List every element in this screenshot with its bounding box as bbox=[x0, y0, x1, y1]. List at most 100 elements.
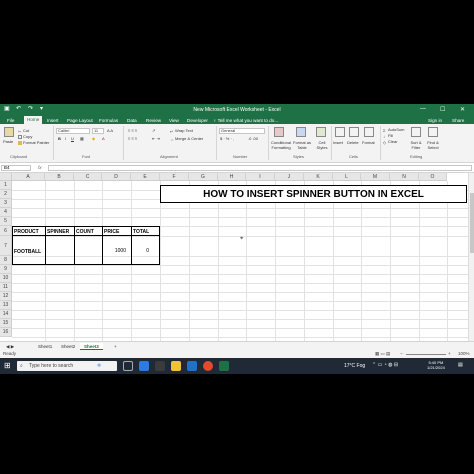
windows-start-icon[interactable]: ⊞ bbox=[4, 361, 11, 370]
clear-button[interactable]: ◇ Clear bbox=[383, 139, 398, 145]
view-icons[interactable]: ▦ ▭ ▤ bbox=[375, 351, 390, 357]
row-header-7[interactable]: 7 bbox=[0, 236, 12, 256]
font-size-select[interactable]: 11 bbox=[92, 128, 104, 134]
row-header-13[interactable]: 13 bbox=[0, 301, 12, 310]
format-cells-button[interactable]: Format bbox=[362, 140, 375, 145]
tab-file[interactable]: File bbox=[4, 117, 17, 124]
row-header-1[interactable]: 1 bbox=[0, 181, 12, 190]
row-header-5[interactable]: 5 bbox=[0, 217, 12, 226]
format-as-table-button[interactable]: Format as Table bbox=[293, 140, 311, 150]
row-header-12[interactable]: 12 bbox=[0, 292, 12, 301]
italic-button[interactable]: I bbox=[65, 136, 66, 141]
column-header-b[interactable]: B bbox=[45, 173, 74, 181]
header-spinner[interactable]: SPINNER bbox=[47, 229, 69, 235]
indent-icon[interactable]: ⇤ ⇥ bbox=[152, 136, 160, 141]
clock[interactable]: 5:40 PM 1/21/2024 bbox=[427, 360, 445, 370]
align-left-icon[interactable]: ≡ ≡ ≡ bbox=[128, 136, 137, 141]
column-header-i[interactable]: I bbox=[246, 173, 275, 181]
column-header-e[interactable]: E bbox=[131, 173, 160, 181]
fill-button[interactable]: ↓ Fill bbox=[383, 133, 393, 139]
number-format-select[interactable]: General bbox=[219, 128, 265, 134]
bold-button[interactable]: B bbox=[58, 136, 61, 141]
column-header-h[interactable]: H bbox=[218, 173, 246, 181]
tell-me-search[interactable]: ♀ Tell me what you want to do... bbox=[213, 117, 278, 124]
column-header-a[interactable]: A bbox=[12, 173, 45, 181]
header-total[interactable]: TOTAL bbox=[133, 229, 149, 235]
cell-total[interactable]: 0 bbox=[133, 248, 149, 254]
orientation-icon[interactable]: ↗ bbox=[152, 128, 155, 133]
delete-cells-button[interactable]: Delete bbox=[347, 140, 359, 145]
zoom-slider[interactable] bbox=[406, 354, 446, 355]
sort-filter-button[interactable]: Sort & Filter bbox=[408, 140, 424, 150]
column-header-k[interactable]: K bbox=[304, 173, 333, 181]
copy-button[interactable]: Copy bbox=[18, 134, 32, 139]
column-header-f[interactable]: F bbox=[160, 173, 189, 181]
column-header-j[interactable]: J bbox=[275, 173, 304, 181]
conditional-formatting-button[interactable]: Conditional Formatting bbox=[268, 140, 294, 150]
tab-developer[interactable]: Developer bbox=[184, 117, 211, 124]
tab-formulas[interactable]: Formulas bbox=[96, 117, 121, 124]
vertical-scrollbar[interactable] bbox=[468, 173, 474, 341]
teams-icon[interactable] bbox=[155, 361, 165, 371]
sign-in-link[interactable]: Sign in bbox=[428, 117, 442, 124]
sheet-nav-icon[interactable]: ◀ ▶ bbox=[2, 343, 18, 350]
fill-color-icon[interactable]: ◆ bbox=[92, 136, 95, 141]
row-header-14[interactable]: 14 bbox=[0, 310, 12, 319]
tab-insert[interactable]: Insert bbox=[44, 117, 62, 124]
scrollbar-thumb[interactable] bbox=[470, 193, 474, 253]
underline-button[interactable]: U bbox=[71, 136, 74, 141]
autosum-button[interactable]: Σ AutoSum bbox=[383, 127, 404, 133]
cell-styles-button[interactable]: Cell Styles bbox=[314, 140, 330, 150]
weather-widget[interactable]: 17°C Fog bbox=[344, 363, 365, 369]
formula-input[interactable] bbox=[48, 165, 472, 171]
excel-taskbar-icon[interactable] bbox=[219, 361, 229, 371]
share-button[interactable]: Share bbox=[452, 117, 464, 124]
select-all-corner[interactable] bbox=[0, 173, 12, 181]
column-header-n[interactable]: N bbox=[390, 173, 419, 181]
taskbar-search[interactable]: ⌕ Type here to search ❄ bbox=[17, 361, 117, 371]
notification-icon[interactable]: ▤ bbox=[458, 362, 463, 368]
column-header-d[interactable]: D bbox=[102, 173, 131, 181]
find-select-button[interactable]: Find & Select bbox=[425, 140, 441, 150]
paste-button[interactable]: Paste bbox=[3, 139, 13, 144]
tab-page-layout[interactable]: Page Layout bbox=[64, 117, 96, 124]
tab-view[interactable]: View bbox=[166, 117, 182, 124]
merge-center-button[interactable]: ⇔Merge & Center bbox=[170, 136, 203, 142]
format-painter-button[interactable]: Format Painter bbox=[18, 140, 49, 145]
header-count[interactable]: COUNT bbox=[76, 229, 94, 235]
row-header-15[interactable]: 15 bbox=[0, 319, 12, 328]
cell-price[interactable]: 1000 bbox=[104, 248, 126, 254]
fx-icon[interactable]: fx bbox=[38, 165, 42, 170]
header-product[interactable]: PRODUCT bbox=[14, 229, 39, 235]
store-icon[interactable] bbox=[187, 361, 197, 371]
system-tray-icons[interactable]: ⌃ ▭ ◔ ◍ ⊟ bbox=[372, 362, 398, 368]
tab-data[interactable]: Data bbox=[124, 117, 140, 124]
row-header-9[interactable]: 9 bbox=[0, 265, 12, 274]
cut-button[interactable]: ✂ Cut bbox=[18, 128, 29, 134]
header-price[interactable]: PRICE bbox=[104, 229, 119, 235]
file-explorer-icon[interactable] bbox=[171, 361, 181, 371]
sheet-tab-3[interactable]: Sheet3 bbox=[80, 343, 103, 350]
worksheet-grid[interactable]: ABCDEFGHIJKLMNO 1 2 3 4 5 6 7 8 9 10 11 12 13 14 15 16 … bbox=[0, 173, 474, 341]
edge-icon[interactable] bbox=[139, 361, 149, 371]
row-header-8[interactable]: 8 bbox=[0, 256, 12, 265]
zoom-level[interactable]: 100% bbox=[458, 351, 470, 356]
tab-review[interactable]: Review bbox=[143, 117, 164, 124]
row-header-2[interactable]: 2 bbox=[0, 190, 12, 199]
paste-icon[interactable] bbox=[4, 127, 14, 137]
name-box[interactable]: B4 bbox=[1, 165, 31, 171]
row-header-16[interactable]: 16 bbox=[0, 328, 12, 337]
font-color-icon[interactable]: A bbox=[102, 136, 105, 141]
maximize-button[interactable]: ☐ bbox=[440, 106, 445, 113]
row-header-10[interactable]: 10 bbox=[0, 274, 12, 283]
column-header-c[interactable]: C bbox=[74, 173, 102, 181]
tab-home[interactable]: Home bbox=[24, 116, 43, 124]
column-header-o[interactable]: O bbox=[419, 173, 447, 181]
wrap-text-button[interactable]: ↵ Wrap Text bbox=[170, 128, 193, 134]
column-header-l[interactable]: L bbox=[333, 173, 361, 181]
close-button[interactable]: ✕ bbox=[460, 106, 465, 113]
sheet-tab-1[interactable]: Sheet1 bbox=[34, 343, 56, 350]
task-view-icon[interactable] bbox=[123, 361, 133, 371]
column-header-m[interactable]: M bbox=[361, 173, 390, 181]
row-header-3[interactable]: 3 bbox=[0, 199, 12, 208]
